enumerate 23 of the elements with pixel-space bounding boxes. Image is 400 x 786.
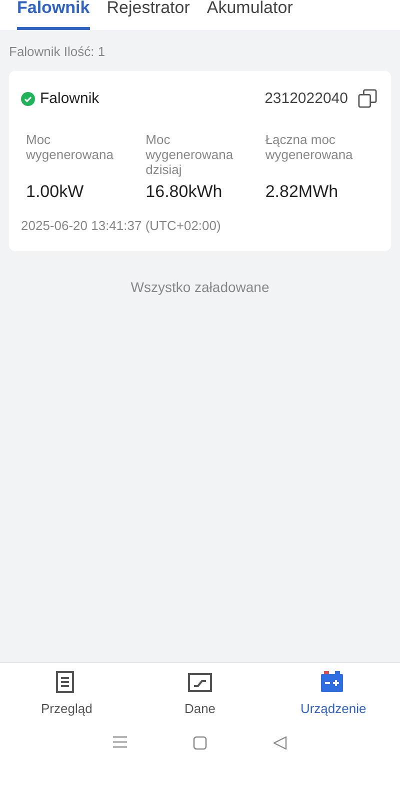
nav-item[interactable]: Dane (133, 671, 267, 728)
nav-item[interactable]: Urządzenie (266, 671, 400, 728)
metric-label: Moc wygenerowana dzisiaj (146, 132, 234, 177)
metric-value: 2.82MWh (265, 182, 340, 202)
serial-number: 2312022040 (264, 90, 348, 107)
metric-value: 1.00kW (26, 182, 85, 202)
home-icon[interactable] (193, 736, 207, 750)
device-count: Falownik Ilość: 1 (9, 44, 106, 59)
back-icon[interactable] (273, 736, 287, 750)
tab[interactable]: Rejestrator (106, 0, 190, 30)
timestamp: 2025-06-20 13:41:37 (UTC+02:00) (21, 218, 222, 233)
device-name: Falownik (40, 90, 100, 107)
metric-label: Łączna moc wygenerowana (265, 132, 354, 164)
nav-item[interactable]: Przegląd (0, 671, 134, 728)
device-card[interactable]: Falownik 2312022040 Moc wygenerowana 1.00kW Moc wygenerowana dzisiaj 16.80kWh Łączna moc wygenerowana 2.82MWh 2025-06-20 13:41:37 (UTC+02:00) (9, 71, 391, 251)
battery-icon (321, 671, 346, 693)
metric-label: Moc wygenerowana (26, 132, 114, 164)
chart-icon (188, 671, 212, 693)
metric-value: 16.80kWh (146, 182, 224, 202)
menu-icon[interactable] (113, 736, 127, 748)
copy-icon[interactable] (358, 89, 377, 108)
tab[interactable]: Akumulator (206, 0, 293, 30)
list-end-text: Wszystko załadowane (130, 279, 270, 295)
